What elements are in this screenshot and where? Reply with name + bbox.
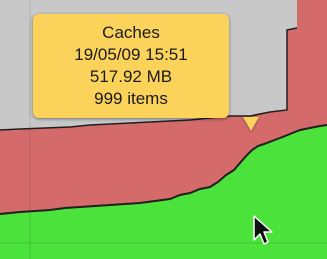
tooltip-name: Caches [102,23,160,42]
tooltip: Caches 19/05/09 15:51 517.92 MB 999 item… [33,14,229,118]
chart-area[interactable]: Caches 19/05/09 15:51 517.92 MB 999 item… [0,0,327,259]
arrow-pointer-icon [252,214,278,253]
tooltip-date: 19/05/09 15:51 [74,45,188,64]
tooltip-text: Caches 19/05/09 15:51 517.92 MB 999 item… [33,22,229,110]
tooltip-size: 517.92 MB [89,67,173,86]
tooltip-items: 999 items [94,89,168,108]
tooltip-tail [243,117,259,131]
